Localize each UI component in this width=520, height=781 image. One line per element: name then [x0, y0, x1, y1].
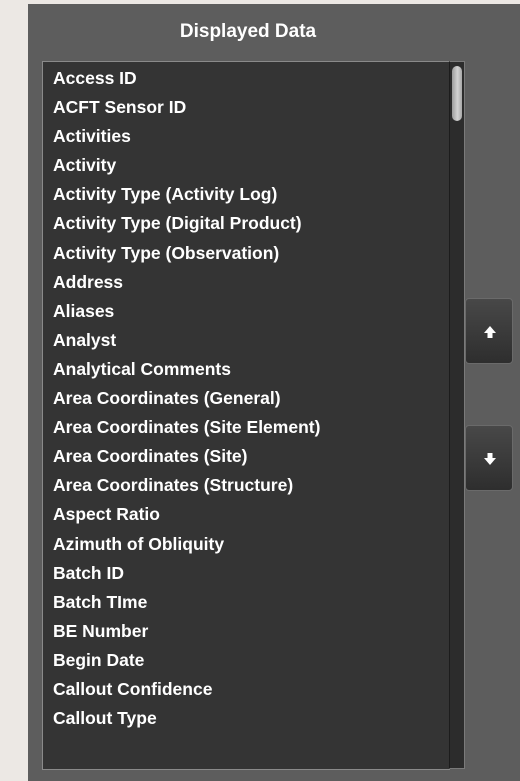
list-item[interactable]: Batch ID	[53, 559, 320, 588]
list-item[interactable]: Analytical Comments	[53, 355, 320, 384]
list-item[interactable]: Callout Type	[53, 704, 320, 733]
list-item[interactable]: Activity Type (Observation)	[53, 239, 320, 268]
list-scrollbar[interactable]	[449, 61, 465, 769]
list-item[interactable]: Activity	[53, 151, 320, 180]
move-down-button[interactable]	[465, 425, 513, 491]
list-item[interactable]: Activity Type (Digital Product)	[53, 209, 320, 238]
list-item[interactable]: Begin Date	[53, 646, 320, 675]
list-item[interactable]: Area Coordinates (Site Element)	[53, 413, 320, 442]
list-item[interactable]: Area Coordinates (General)	[53, 384, 320, 413]
list-item[interactable]: Area Coordinates (Site)	[53, 442, 320, 471]
list-item[interactable]: ACFT Sensor ID	[53, 93, 320, 122]
list-item[interactable]: Aliases	[53, 297, 320, 326]
list-item[interactable]: Activity Type (Activity Log)	[53, 180, 320, 209]
move-up-button[interactable]	[465, 298, 513, 364]
list-item[interactable]: Analyst	[53, 326, 320, 355]
page-background: Displayed Data Access ID ACFT Sensor ID Ac…	[0, 0, 520, 781]
list-item[interactable]: Azimuth of Obliquity	[53, 530, 320, 559]
list-item[interactable]: Aspect Ratio	[53, 500, 320, 529]
list-item[interactable]: Address	[53, 268, 320, 297]
list-item[interactable]: BE Number	[53, 617, 320, 646]
list-item[interactable]: Area Coordinates (Structure)	[53, 471, 320, 500]
scrollbar-thumb[interactable]	[452, 66, 462, 121]
list-item[interactable]: Access ID	[53, 64, 320, 93]
list-items: Access ID ACFT Sensor ID Activities Activit…	[53, 64, 320, 733]
arrow-up-icon	[484, 326, 496, 338]
list-item[interactable]: Activities	[53, 122, 320, 151]
list-item[interactable]: Batch TIme	[53, 588, 320, 617]
panel-title: Displayed Data	[179, 21, 317, 42]
list-item[interactable]: Callout Confidence	[53, 675, 320, 704]
displayed-data-panel: Displayed Data Access ID ACFT Sensor ID Ac…	[28, 4, 520, 781]
displayed-data-list[interactable]: Access ID ACFT Sensor ID Activities Activit…	[42, 61, 450, 770]
arrow-down-icon	[484, 453, 496, 465]
